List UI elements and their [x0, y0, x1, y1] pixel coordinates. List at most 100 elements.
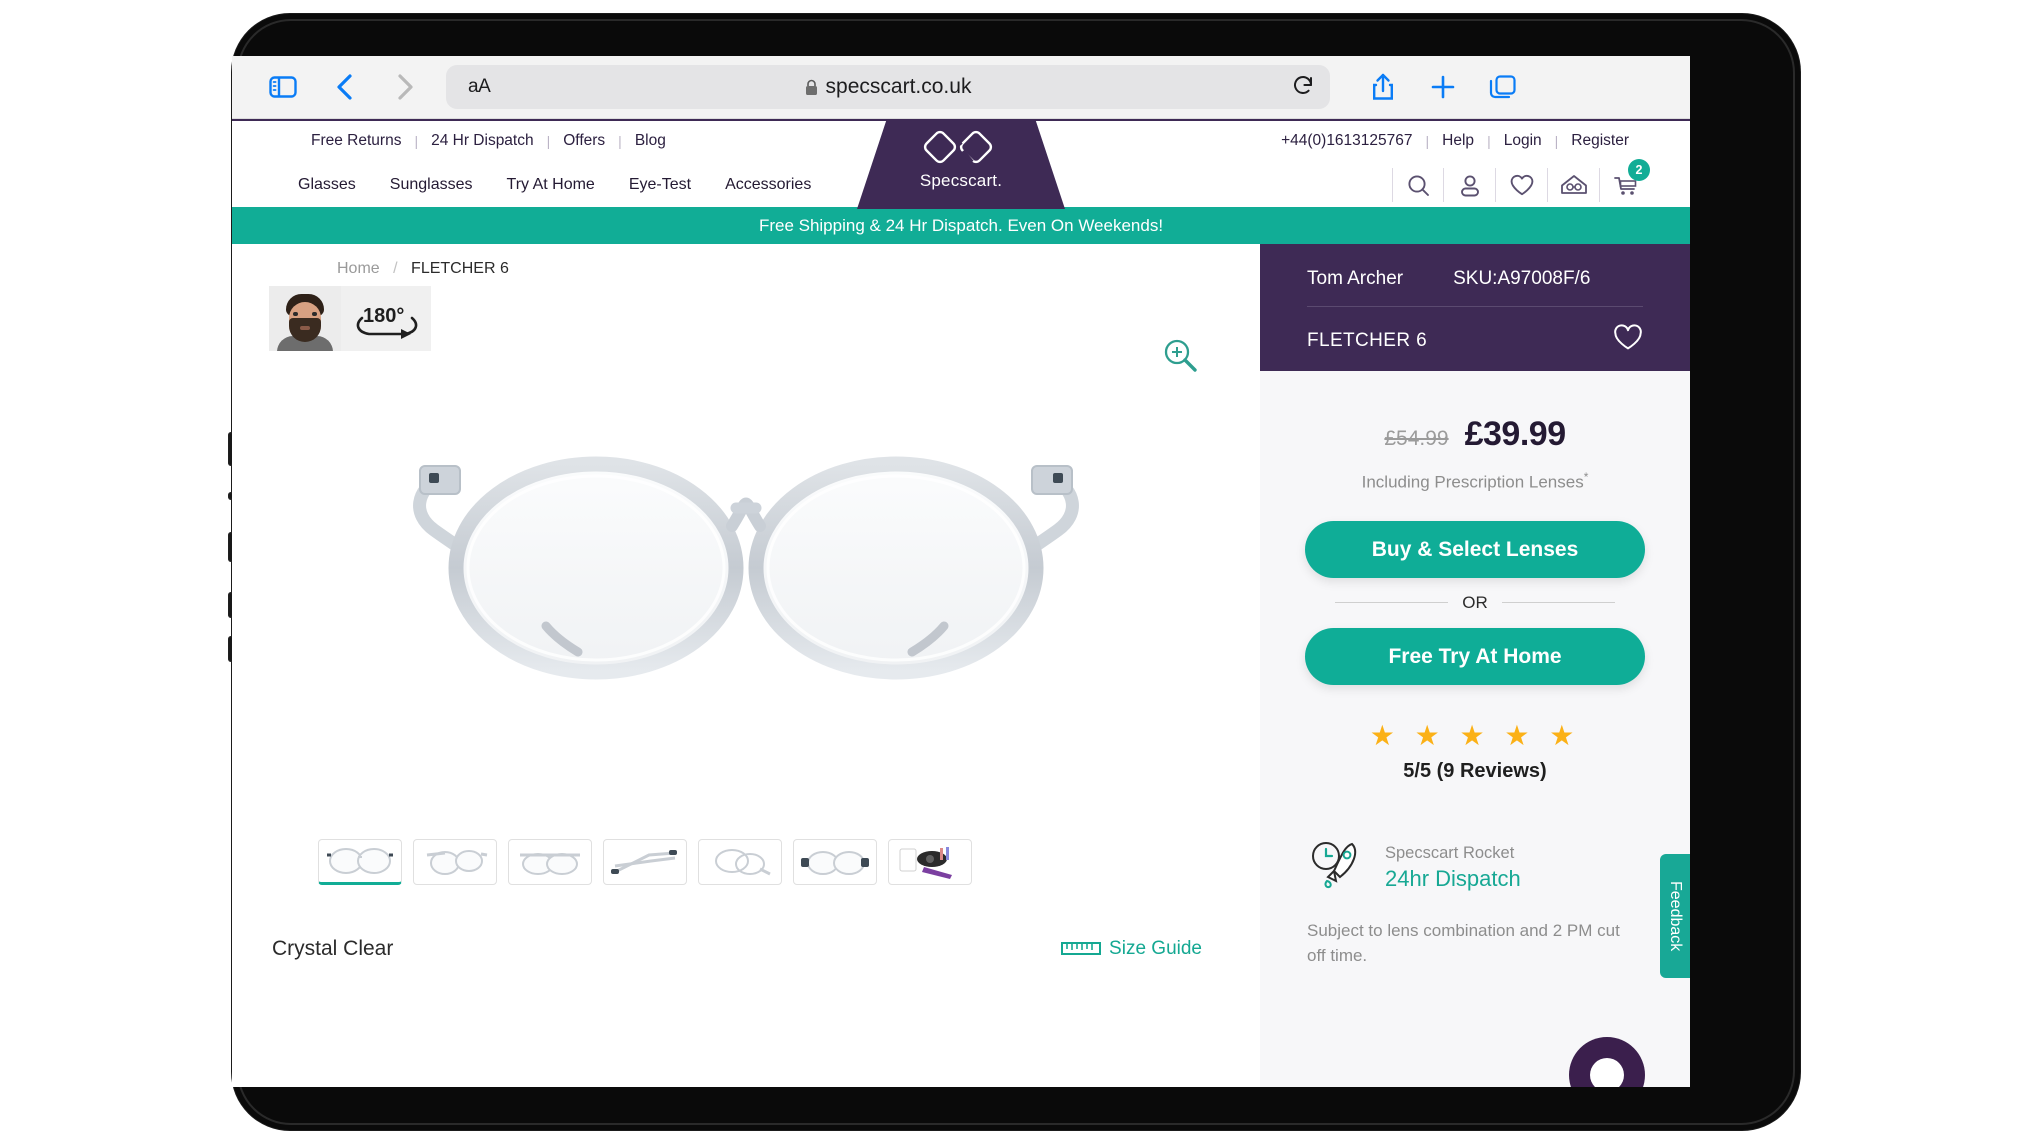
product-brand: Tom Archer [1307, 268, 1404, 289]
chevron-left-icon[interactable] [322, 65, 368, 109]
divider-line-right [1501, 602, 1615, 604]
model-mouth [300, 326, 310, 330]
size-guide-label: Size Guide [1109, 938, 1202, 959]
thumb-three-quarter-view[interactable] [508, 839, 592, 885]
plus-icon[interactable] [1420, 65, 1466, 109]
product-sku: SKU:A97008F/6 [1453, 268, 1591, 289]
share-icon[interactable] [1360, 65, 1406, 109]
thumbnail-strip [318, 839, 972, 885]
chat-bubble-inner [1590, 1058, 1624, 1087]
breadcrumb-home[interactable]: Home [337, 260, 380, 277]
feedback-label: Feedback [1667, 880, 1684, 952]
nav-item-eye-test[interactable]: Eye-Test [629, 176, 691, 194]
utility-link-offers[interactable]: Offers [550, 132, 618, 150]
dispatch-texts: Specscart Rocket 24hr Dispatch [1385, 844, 1521, 892]
heart-outline-icon[interactable] [1613, 324, 1643, 357]
phone-number[interactable]: +44(0)1613125767 [1268, 132, 1425, 150]
rotate-180-icon[interactable]: 180° [341, 286, 431, 351]
model-180-preview[interactable]: 180° [269, 286, 431, 351]
chevron-right-icon[interactable] [382, 65, 428, 109]
price-row: £54.99 £39.99 [1260, 415, 1690, 454]
or-divider: OR [1335, 593, 1615, 613]
url-display: specscart.co.uk [805, 75, 972, 99]
size-guide-link[interactable]: Size Guide [1061, 938, 1202, 960]
or-label: OR [1462, 592, 1488, 612]
dispatch-headline: 24hr Dispatch [1385, 866, 1521, 892]
rating-summary[interactable]: 5/5 (9 Reviews) [1260, 760, 1690, 783]
breadcrumb-current: FLETCHER 6 [411, 260, 509, 277]
dispatch-note: Subject to lens combination and 2 PM cut… [1307, 920, 1620, 966]
cart-icon[interactable]: 2 [1600, 159, 1652, 202]
chat-bubble-icon[interactable] [1569, 1037, 1645, 1087]
header-icon-bar: 2 [1392, 159, 1652, 202]
nav-item-accessories[interactable]: Accessories [725, 176, 811, 194]
svg-text:180°: 180° [363, 305, 404, 327]
text-size-button[interactable]: aA [468, 76, 491, 98]
buy-and-select-lenses-button[interactable]: Buy & Select Lenses [1305, 520, 1645, 578]
thumb-front-view[interactable] [318, 839, 402, 885]
model-eyes [293, 312, 317, 316]
logo-mark-icon [923, 130, 993, 164]
thumb-top-view[interactable] [793, 839, 877, 885]
price-note: Including Prescription Lenses* [1260, 470, 1690, 493]
promo-banner: Free Shipping & 24 Hr Dispatch. Even On … [232, 207, 1690, 244]
browser-toolbar: aA specscart.co.uk [232, 56, 1690, 119]
current-price: £39.99 [1464, 415, 1567, 453]
utility-link-free-returns[interactable]: Free Returns [298, 132, 414, 150]
link-login[interactable]: Login [1491, 132, 1555, 150]
original-price: £54.99 [1384, 427, 1449, 450]
utility-links: Free Returns | 24 Hr Dispatch | Offers |… [298, 132, 679, 150]
thumb-folded-view[interactable] [698, 839, 782, 885]
price-note-asterisk: * [1583, 470, 1589, 484]
feedback-tab[interactable]: Feedback [1660, 854, 1690, 978]
thumb-angled-view[interactable] [413, 839, 497, 885]
account-links: +44(0)1613125767 | Help | Login | Regist… [1268, 132, 1652, 150]
model-thumbnail [269, 286, 341, 351]
url-text: specscart.co.uk [825, 75, 972, 98]
search-icon[interactable] [1392, 168, 1444, 202]
product-page: Home / FLETCHER 6 180° Crystal Clear Siz… [232, 244, 1690, 1087]
tabs-icon[interactable] [1480, 65, 1526, 109]
cart-badge: 2 [1628, 159, 1650, 181]
heart-icon[interactable] [1496, 168, 1548, 202]
link-register[interactable]: Register [1558, 132, 1642, 150]
aa-label-text: aA [468, 76, 491, 97]
site-logo[interactable]: Specscart. [857, 121, 1065, 209]
dispatch-block: Specscart Rocket 24hr Dispatch [1260, 839, 1690, 898]
thumb-packaging-kit[interactable] [888, 839, 972, 885]
rating-stars: ★ ★ ★ ★ ★ [1369, 719, 1581, 751]
reload-icon[interactable] [1292, 74, 1314, 101]
site-header: Specscart. Free Returns | 24 Hr Dispatch… [232, 119, 1690, 209]
try-at-home-icon[interactable] [1548, 168, 1600, 202]
product-meta-row: Tom Archer SKU:A97008F/6 [1307, 268, 1643, 307]
nav-item-glasses[interactable]: Glasses [298, 176, 356, 194]
user-icon[interactable] [1444, 168, 1496, 202]
thumb-side-temple-view[interactable] [603, 839, 687, 885]
eyeglasses-illustration [413, 456, 1079, 680]
product-name: FLETCHER 6 [1307, 329, 1428, 351]
logo-text: Specscart. [919, 171, 1003, 190]
divider-line-left [1335, 602, 1449, 604]
free-try-at-home-button[interactable]: Free Try At Home [1305, 627, 1645, 685]
nav-item-try-at-home[interactable]: Try At Home [507, 176, 595, 194]
rocket-clock-icon [1307, 839, 1367, 898]
product-hero-image[interactable] [269, 372, 1223, 770]
ruler-icon [1061, 941, 1102, 955]
browser-actions [1360, 65, 1526, 109]
nav-item-sunglasses[interactable]: Sunglasses [390, 176, 473, 194]
product-title-row: FLETCHER 6 [1307, 307, 1643, 357]
utility-link-24hr-dispatch[interactable]: 24 Hr Dispatch [418, 132, 547, 150]
product-info-column: Tom Archer SKU:A97008F/6 FLETCHER 6 £54.… [1260, 244, 1690, 1087]
browser-screen: aA specscart.co.uk Specscart. Free Retur… [232, 56, 1690, 1087]
nav-links: Glasses Sunglasses Try At Home Eye-Test … [298, 176, 811, 194]
sidebar-icon[interactable] [260, 65, 306, 109]
price-note-text: Including Prescription Lenses [1361, 472, 1584, 492]
promo-text: Free Shipping & 24 Hr Dispatch. Even On … [758, 215, 1164, 235]
dispatch-label: Specscart Rocket [1385, 844, 1515, 863]
address-bar[interactable]: aA specscart.co.uk [446, 65, 1330, 109]
lock-icon [805, 79, 817, 95]
utility-link-blog[interactable]: Blog [622, 132, 679, 150]
link-help[interactable]: Help [1429, 132, 1487, 150]
gallery-column: Home / FLETCHER 6 180° Crystal Clear Siz… [232, 244, 1260, 1087]
color-name: Crystal Clear [272, 937, 394, 960]
